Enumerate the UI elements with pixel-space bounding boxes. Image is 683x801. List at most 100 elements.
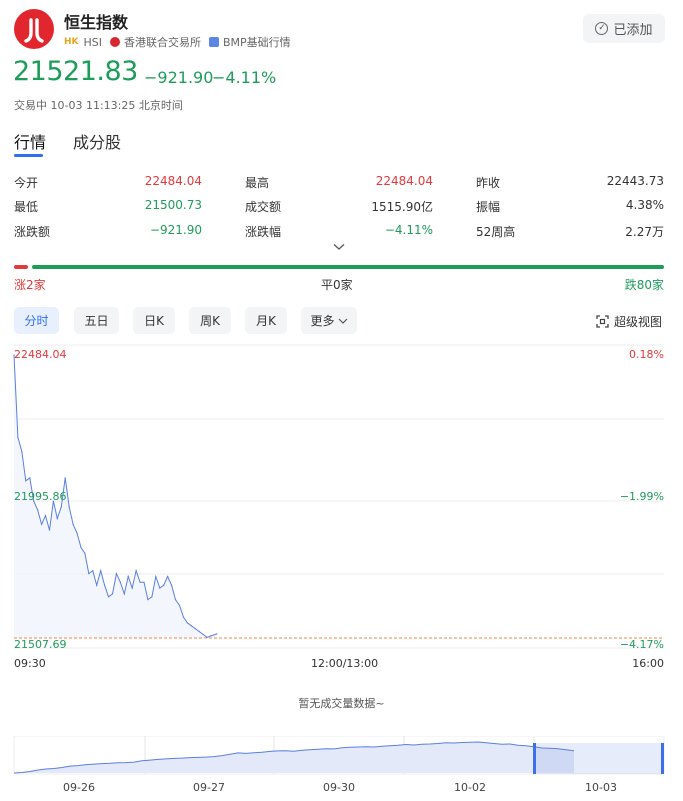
overview-selection[interactable] bbox=[534, 743, 664, 774]
price-point bbox=[210, 635, 212, 637]
pct-axis-label-top: 0.18% bbox=[629, 348, 664, 361]
index-name: 恒生指数 bbox=[64, 13, 129, 32]
exchange-name: 香港联合交易所 bbox=[124, 36, 202, 49]
added-watchlist-button[interactable]: ✓ 已添加 bbox=[583, 14, 665, 43]
x-axis-label-start: 09:30 bbox=[14, 657, 46, 670]
exchange-icon bbox=[110, 37, 121, 47]
price-point bbox=[68, 506, 70, 508]
price-point bbox=[159, 587, 161, 589]
price-point bbox=[143, 581, 145, 583]
added-label: 已添加 bbox=[613, 23, 653, 38]
data-source: BMP基础行情 bbox=[223, 36, 291, 49]
breadth-down-bar bbox=[32, 265, 664, 269]
stat-label-change-pct: 涨跌幅 bbox=[245, 225, 282, 239]
price-point bbox=[56, 517, 58, 520]
index-symbol: HSI bbox=[83, 35, 103, 49]
market-tag: HK bbox=[64, 37, 79, 47]
price-point bbox=[167, 575, 169, 578]
price-point bbox=[76, 532, 78, 534]
price-point bbox=[119, 581, 121, 583]
price-point bbox=[111, 593, 114, 595]
price-point bbox=[206, 636, 208, 638]
pct-axis-label-bottom: −4.17% bbox=[619, 638, 664, 651]
price-point bbox=[178, 604, 181, 607]
breadth-up-bar bbox=[14, 265, 28, 269]
stat-value-change: −921.90 bbox=[149, 223, 202, 237]
period-tab-daily[interactable]: 日K bbox=[133, 307, 175, 334]
intraday-chart[interactable] bbox=[0, 340, 683, 670]
price-point bbox=[25, 480, 27, 482]
stat-label-prev-close: 昨收 bbox=[476, 176, 501, 190]
data-source-icon bbox=[209, 37, 220, 47]
price-point bbox=[123, 593, 125, 595]
stat-label-low: 最低 bbox=[14, 200, 39, 214]
period-tab-label: 月K bbox=[256, 314, 276, 328]
stat-value-low: 21500.73 bbox=[144, 198, 202, 212]
price-point bbox=[186, 622, 188, 624]
stat-value-amplitude: 4.38% bbox=[625, 198, 664, 212]
price-point bbox=[44, 514, 47, 517]
period-tab-weekly[interactable]: 周K bbox=[189, 307, 231, 334]
stat-label-high: 最高 bbox=[245, 176, 270, 190]
period-tab-label: 周K bbox=[200, 314, 220, 328]
price-point bbox=[64, 477, 66, 479]
period-tab-label: 分时 bbox=[24, 314, 49, 328]
stat-label-52w-high: 52周高 bbox=[476, 225, 516, 239]
stat-label-open: 今开 bbox=[14, 176, 39, 190]
price-point bbox=[88, 572, 90, 575]
chevron-down-icon bbox=[338, 318, 347, 324]
price-change: −921.90 bbox=[144, 68, 214, 87]
overview-navigator[interactable] bbox=[0, 736, 683, 778]
breadth-flat-label: 平0家 bbox=[321, 278, 353, 292]
active-tab-indicator bbox=[14, 154, 43, 157]
overview-date-label: 09-26 bbox=[63, 781, 95, 794]
price-point bbox=[135, 570, 137, 572]
overview-date-label: 10-03 bbox=[585, 781, 617, 794]
period-tab-label: 五日 bbox=[84, 314, 109, 328]
price-point bbox=[21, 451, 23, 453]
price-point bbox=[163, 584, 165, 586]
stat-value-open: 22484.04 bbox=[144, 174, 202, 188]
price-point bbox=[170, 584, 173, 586]
hsi-logo bbox=[14, 9, 54, 49]
price-point bbox=[202, 633, 204, 636]
stat-label-turnover: 成交额 bbox=[245, 200, 282, 214]
check-circle-icon: ✓ bbox=[595, 22, 609, 35]
price-point bbox=[194, 628, 196, 630]
breadth-up-label: 涨2家 bbox=[14, 278, 46, 292]
period-tab-monthly[interactable]: 月K bbox=[245, 307, 287, 334]
overview-date-label: 10-02 bbox=[454, 781, 486, 794]
price-point bbox=[100, 570, 102, 572]
tab-quote[interactable]: 行情 bbox=[14, 129, 46, 153]
stat-value-high: 22484.04 bbox=[375, 174, 433, 188]
super-view-label: 超级视图 bbox=[614, 315, 663, 329]
period-tab-5day[interactable]: 五日 bbox=[74, 307, 119, 334]
price-point bbox=[84, 552, 86, 554]
price-point bbox=[60, 506, 62, 508]
price-point bbox=[147, 599, 149, 601]
price-point bbox=[127, 575, 129, 578]
tab-constituents[interactable]: 成分股 bbox=[73, 129, 121, 153]
super-view-button[interactable]: 超级视图 bbox=[596, 313, 662, 330]
stat-value-52w-high: 2.27万 bbox=[625, 225, 664, 239]
selection-handle-right[interactable] bbox=[661, 743, 664, 774]
x-axis-label-mid: 12:00/13:00 bbox=[311, 657, 379, 670]
x-axis-label-end: 16:00 bbox=[632, 657, 664, 670]
last-price: 21521.83 bbox=[13, 56, 138, 87]
breadth-down-label: 跌80家 bbox=[624, 278, 664, 292]
stat-value-turnover: 1515.90亿 bbox=[371, 200, 433, 214]
overview-date-label: 09-30 bbox=[323, 781, 355, 794]
chevron-down-icon[interactable] bbox=[333, 243, 345, 251]
price-point bbox=[198, 630, 200, 633]
period-tab-label: 日K bbox=[144, 314, 164, 328]
y-axis-label-bottom: 21507.69 bbox=[14, 638, 67, 651]
price-point bbox=[96, 584, 98, 586]
price-point bbox=[151, 596, 153, 598]
price-point bbox=[131, 587, 133, 589]
price-point bbox=[80, 546, 82, 549]
selection-handle-left[interactable] bbox=[533, 743, 536, 774]
period-tab-more[interactable]: 更多 bbox=[301, 307, 357, 334]
period-tab-intraday[interactable]: 分时 bbox=[14, 307, 59, 334]
price-point bbox=[48, 529, 51, 531]
price-point bbox=[115, 572, 118, 575]
